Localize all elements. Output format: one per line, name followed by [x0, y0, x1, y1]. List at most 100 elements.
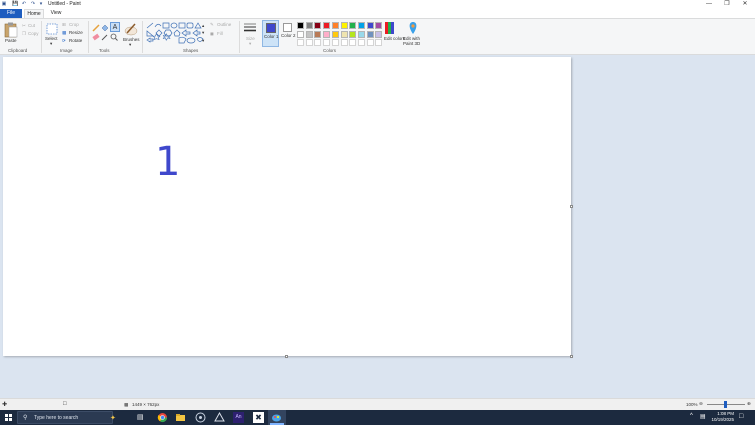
size-dropdown-icon[interactable]: ▾ [249, 41, 251, 47]
zoom-out-button[interactable]: ⊖ [699, 401, 703, 407]
outline-icon[interactable]: ✎ [210, 22, 214, 28]
copilot-sparkle-icon[interactable]: ✦ [110, 414, 116, 422]
brushes-icon[interactable] [124, 22, 138, 36]
palette-swatch[interactable] [323, 30, 331, 38]
palette-swatch[interactable] [297, 39, 304, 46]
palette-swatch[interactable] [375, 30, 383, 38]
fill-button[interactable]: Fill [217, 31, 223, 36]
copy-icon[interactable]: ❐ [22, 31, 26, 37]
palette-swatch[interactable] [357, 39, 365, 46]
paste-icon[interactable] [4, 22, 18, 38]
palette-swatch[interactable] [305, 30, 313, 38]
palette-swatch[interactable] [331, 22, 339, 29]
redo-icon[interactable]: ↷ [30, 1, 36, 7]
color1-button[interactable]: Color 1 [262, 20, 279, 47]
outline-button[interactable]: Outline [217, 22, 231, 27]
resize-handle-corner[interactable] [570, 355, 573, 358]
palette-swatch[interactable] [349, 39, 357, 46]
palette-swatch[interactable] [366, 39, 374, 46]
customize-quick-access-icon[interactable]: ▾ [38, 1, 44, 7]
fill-icon[interactable]: ◼ [210, 31, 214, 37]
resize-handle-right[interactable] [570, 205, 573, 208]
pinned-app-icon[interactable] [214, 412, 225, 423]
shapes-gallery[interactable] [146, 22, 206, 46]
color2-button[interactable]: Color 2 [281, 20, 296, 47]
resize-icon[interactable]: ▩ [62, 30, 66, 36]
edit-colors-button[interactable]: Edit colors [384, 36, 405, 41]
cut-icon[interactable]: ✂ [22, 23, 26, 29]
browser-icon[interactable] [195, 412, 206, 423]
palette-swatch[interactable] [340, 22, 348, 29]
edit-colors-icon[interactable] [384, 21, 396, 35]
clock-date[interactable]: 10/19/2025 [709, 417, 734, 422]
palette-swatch[interactable] [323, 22, 331, 29]
resize-handle-bottom[interactable] [285, 355, 288, 358]
paint-taskbar-icon[interactable] [271, 412, 282, 423]
crop-button[interactable]: Crop [69, 22, 79, 27]
save-icon[interactable]: 💾 [12, 1, 18, 7]
rotate-button[interactable]: Rotate [69, 38, 82, 43]
shapes-more-icon[interactable]: ▾ [202, 38, 204, 44]
drawing-canvas[interactable]: 1 [3, 57, 571, 356]
palette-swatch[interactable] [305, 22, 313, 29]
palette-swatch[interactable] [340, 39, 348, 46]
palette-swatch[interactable] [340, 30, 348, 38]
tab-home[interactable]: Home [24, 9, 44, 18]
show-hidden-icons-icon[interactable]: ^ [690, 413, 693, 419]
palette-swatch[interactable] [314, 30, 322, 38]
capcut-app-icon[interactable]: ✖ [253, 412, 264, 423]
close-button[interactable]: ✕ [736, 0, 754, 9]
copy-button[interactable]: Copy [28, 31, 39, 36]
palette-swatch[interactable] [349, 22, 357, 29]
palette-swatch[interactable] [375, 39, 383, 46]
fill-bucket-icon[interactable] [101, 24, 109, 32]
chrome-icon[interactable] [157, 412, 168, 423]
taskbar-search-box[interactable]: ⚲ Type here to search ✦ [17, 411, 116, 424]
palette-swatch[interactable] [305, 39, 313, 46]
palette-swatch[interactable] [375, 22, 383, 29]
shapes-scroll-up-icon[interactable]: ▴ [202, 23, 204, 29]
palette-swatch[interactable] [297, 30, 304, 38]
brushes-dropdown-icon[interactable]: ▾ [129, 42, 131, 48]
palette-swatch[interactable] [331, 39, 339, 46]
palette-swatch[interactable] [357, 30, 365, 38]
palette-swatch[interactable] [331, 30, 339, 38]
crop-icon[interactable]: ⊞ [62, 22, 66, 28]
zoom-in-button[interactable]: ⊕ [747, 401, 751, 407]
select-icon[interactable] [46, 23, 58, 35]
task-view-icon[interactable]: ▤ [137, 412, 148, 423]
palette-swatch[interactable] [314, 39, 322, 46]
notifications-icon[interactable]: □ [739, 413, 743, 420]
minimize-button[interactable]: — [700, 0, 718, 9]
select-dropdown-icon[interactable]: ▾ [50, 41, 52, 47]
color-picker-icon[interactable] [101, 33, 109, 41]
palette-swatch[interactable] [357, 22, 365, 29]
cut-button[interactable]: Cut [28, 23, 35, 28]
palette-swatch[interactable] [323, 39, 331, 46]
size-icon[interactable] [243, 22, 257, 34]
rotate-icon[interactable]: ⟳ [62, 38, 66, 44]
palette-swatch[interactable] [366, 30, 374, 38]
palette-swatch[interactable] [366, 22, 374, 29]
tab-file[interactable]: File [0, 9, 22, 18]
eraser-icon[interactable] [92, 33, 100, 41]
pencil-icon[interactable] [92, 24, 100, 32]
animate-app-icon[interactable]: An [233, 412, 244, 423]
windows-start-icon[interactable] [3, 412, 14, 423]
zoom-slider-thumb[interactable] [724, 401, 727, 408]
magnifier-icon[interactable] [110, 33, 118, 41]
tab-view[interactable]: View [46, 9, 66, 18]
maximize-button[interactable]: ❐ [718, 0, 736, 9]
text-tool-icon[interactable]: A [110, 22, 120, 32]
resize-button[interactable]: Resize [69, 30, 83, 35]
clock-time[interactable]: 1:08 PM [712, 411, 734, 416]
edit-paint3d-button[interactable]: Edit with Paint 3D [403, 36, 425, 46]
palette-swatch[interactable] [297, 22, 304, 29]
palette-swatch[interactable] [349, 30, 357, 38]
palette-swatch[interactable] [314, 22, 322, 29]
file-explorer-icon[interactable] [175, 412, 186, 423]
undo-icon[interactable]: ↶ [21, 1, 27, 7]
canvas-workspace[interactable]: 1 [0, 55, 755, 398]
paint3d-icon[interactable] [407, 21, 419, 35]
shapes-scroll-down-icon[interactable]: ▾ [202, 30, 204, 36]
